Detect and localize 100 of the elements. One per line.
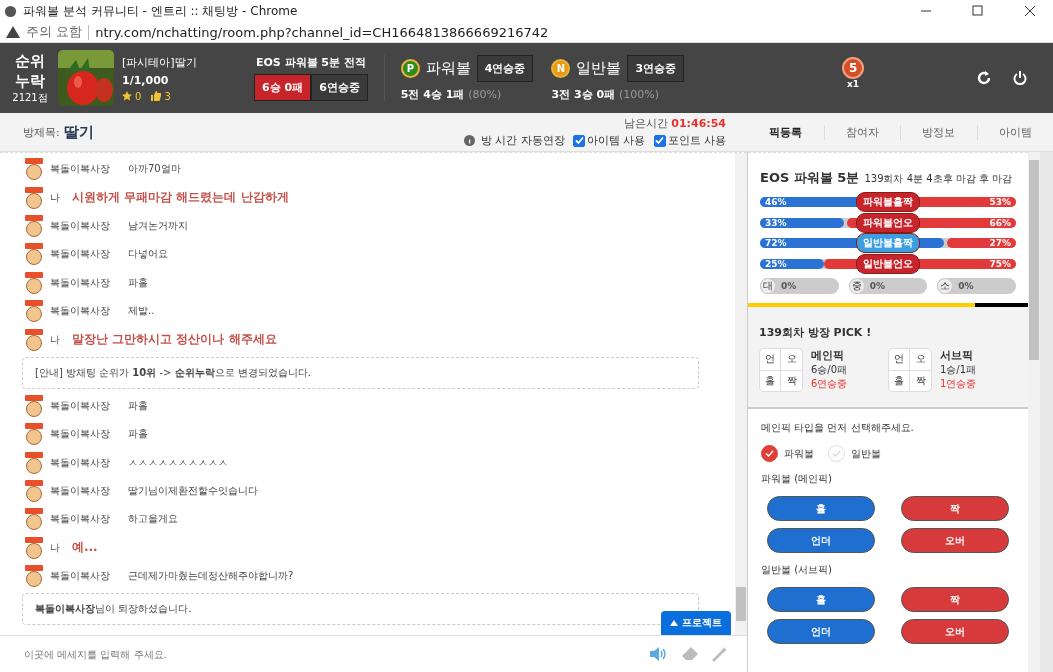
pick-button[interactable]: 짝	[901, 496, 1009, 521]
type-label: 일반볼	[851, 446, 881, 461]
avatar-icon	[22, 271, 46, 294]
chat-username[interactable]: 복돌이복사장	[50, 455, 110, 470]
power-icon[interactable]	[1013, 71, 1027, 85]
chat-message: ㅅㅅㅅㅅㅅㅅㅅㅅㅅㅅ	[128, 455, 228, 470]
chat-username[interactable]: 복돌이복사장	[50, 512, 110, 527]
pick-button[interactable]: 홀	[767, 587, 875, 612]
medal-badge: 5	[842, 57, 865, 79]
ratio-label: 일반볼언오	[856, 253, 920, 274]
option-label: 포인트 사용	[667, 133, 726, 148]
pick-streak: 6연승중	[811, 377, 848, 391]
chat-username[interactable]: 복돌이복사장	[50, 569, 110, 584]
pick-grid: 언 오 홀 짝	[759, 348, 803, 392]
avatar-icon	[22, 508, 46, 531]
panel-tab[interactable]: 아이템	[976, 124, 1053, 140]
avatar-icon	[22, 536, 46, 559]
pick-button[interactable]: 오버	[901, 528, 1009, 553]
star-count: 0	[135, 90, 142, 102]
avatar-icon	[22, 186, 46, 209]
remaining-time: 남은시간 01:46:54	[623, 116, 726, 131]
checkbox[interactable]	[573, 134, 585, 147]
chat-message: 제발..	[128, 304, 155, 319]
chat-username[interactable]: 복돌이복사장	[50, 247, 110, 262]
section-title: 일반볼 (서브픽)	[761, 563, 833, 577]
pick-title: 139회차 방장 PICK !	[759, 326, 872, 339]
notice-message: [안내] 방채팅 순위가 10위 -> 순위누락으로 변경되었습니다.	[22, 356, 699, 389]
pick-prompt: 메인픽 타입을 먼저 선택해주세요.	[761, 421, 915, 435]
scrollbar[interactable]	[1028, 152, 1040, 672]
chat-username[interactable]: 나	[50, 332, 60, 347]
eraser-icon[interactable]	[682, 647, 698, 661]
thumbs-up-icon	[151, 91, 162, 101]
profile-name: [파시테아]딸기	[122, 54, 198, 70]
size-thumb: 대	[760, 278, 776, 294]
chat-message: 남겨논거까지	[128, 218, 188, 233]
chat-username[interactable]: 복돌이복사장	[50, 427, 110, 442]
radio-check-icon[interactable]	[761, 445, 778, 462]
chat-username[interactable]: 나	[50, 190, 60, 205]
round-info: 139회차 4분 4초후 마감 후 마감	[864, 172, 1013, 186]
chat-username[interactable]: 나	[50, 540, 60, 555]
warning-icon	[6, 26, 20, 38]
ratio-label: 파워볼홀짝	[856, 192, 920, 212]
refresh-icon[interactable]	[977, 71, 991, 85]
speaker-icon[interactable]	[650, 647, 668, 661]
chat-message: 파홀	[128, 398, 148, 413]
ratio-label: 파워볼언오	[856, 212, 920, 233]
avatar-icon	[22, 480, 46, 503]
pick-button[interactable]: 오버	[901, 619, 1009, 644]
points-text: 2121점	[12, 91, 48, 105]
size-percent: 0%	[868, 281, 886, 291]
pick-button[interactable]: 언더	[767, 528, 875, 553]
game-summary: 3전 3승 0패 (100%)	[551, 86, 660, 102]
protect-button[interactable]: 프로젝트	[661, 611, 731, 635]
pick-button[interactable]: 언더	[767, 619, 875, 644]
pick-button[interactable]: 홀	[767, 496, 875, 521]
streak-badge: 3연승중	[627, 54, 685, 82]
checkbox[interactable]	[653, 134, 666, 147]
pick-name: 메인픽	[811, 348, 845, 363]
medal-count: x1	[847, 79, 860, 89]
chat-username[interactable]: 복돌이복사장	[50, 398, 110, 413]
panel-tab[interactable]: 픽등록	[748, 124, 824, 140]
pick-record: 1승/1패	[940, 363, 977, 377]
panel-tab[interactable]: 참여자	[823, 124, 900, 140]
chat-message: 파홀	[128, 427, 148, 442]
game-name: 파워볼	[425, 58, 471, 78]
chat-username[interactable]: 복돌이복사장	[50, 275, 110, 290]
url-text[interactable]: ntry.com/nchatting/room.php?channel_id=CH1664813866669216742	[88, 24, 549, 40]
magic-wand-icon[interactable]	[712, 646, 727, 662]
chat-message: 파홀	[128, 275, 148, 290]
game-summary: 5전 4승 1패 (80%)	[400, 86, 503, 102]
room-title-label: 방제목:	[23, 124, 60, 140]
chat-message: 딸기님이제환전할수잇습니다	[128, 484, 258, 499]
auto-extend-label: 방 시간 자동연장	[481, 133, 565, 148]
avatar-icon	[22, 394, 46, 417]
chat-username[interactable]: 복돌이복사장	[50, 218, 110, 233]
chat-username[interactable]: 복돌이복사장	[50, 484, 110, 499]
window-title: 파워볼 분석 커뮤니티 - 엔트리 :: 채팅방 - Chrome	[23, 2, 299, 20]
ball-badge: P	[400, 58, 420, 78]
chat-username[interactable]: 복돌이복사장	[50, 304, 110, 319]
chat-message: 아까70얼마	[128, 162, 181, 177]
chat-message: 시원하게 무패마감 해드렸는데 난감하게	[72, 189, 289, 207]
streak-badge: 4연승중	[476, 54, 534, 82]
security-warning[interactable]: 주의 요함	[26, 23, 83, 41]
pick-record: 6승/0패	[811, 363, 848, 377]
pick-button[interactable]: 짝	[901, 587, 1009, 612]
section-title: 파워볼 (메인픽)	[761, 472, 833, 486]
avatar-icon	[22, 214, 46, 237]
record-result: 6승 0패	[254, 74, 312, 101]
chat-username[interactable]: 복돌이복사장	[50, 162, 110, 177]
scrollbar[interactable]	[735, 153, 747, 635]
size-thumb: 중	[848, 278, 865, 294]
avatar-icon	[22, 565, 46, 588]
panel-tab[interactable]: 방정보	[900, 124, 977, 140]
avatar-icon	[22, 300, 46, 323]
page-scrollbar[interactable]	[1040, 152, 1053, 672]
avatar-icon	[22, 328, 46, 351]
chat-message: 다넣어요	[128, 247, 168, 262]
chat-message: 근데제가마췄는데정산해주야합니까?	[128, 569, 294, 584]
caret-up-icon	[670, 620, 678, 626]
pick-grid: 언 오 홀 짝	[888, 348, 932, 392]
